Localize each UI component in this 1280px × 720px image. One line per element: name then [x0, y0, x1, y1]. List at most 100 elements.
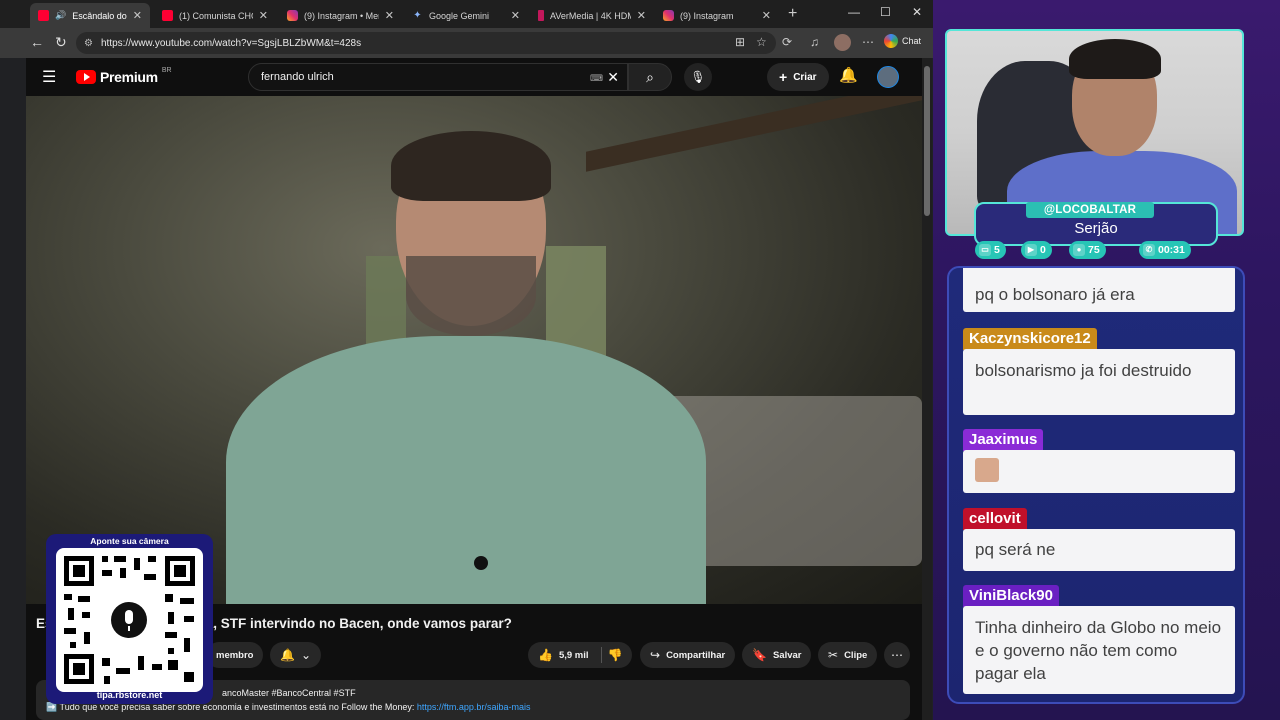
youtube-header: ☰ Premium BR fernando ulrich ⌨ ✕ ⌕ 🎙 + C… [26, 58, 922, 96]
avermedia-icon [538, 10, 544, 21]
scrollbar-thumb[interactable] [924, 66, 930, 216]
tab-4[interactable]: AVerMedia | 4K HDMI ✕ [530, 3, 654, 28]
member-label: membro [216, 649, 254, 661]
clip-label: Clipe [844, 649, 868, 661]
media-icon[interactable]: ♫ [810, 35, 819, 49]
apps-icon[interactable]: ⊞ [735, 35, 745, 49]
tab-2[interactable]: (9) Instagram • Mensa ✕ [279, 3, 402, 28]
chat-label: Chat [902, 36, 922, 46]
viewers-count-badge: ● 75 [1069, 241, 1106, 259]
copilot-icon [884, 34, 898, 48]
streamer-name: Serjão [1074, 220, 1118, 237]
chat-count-badge: ▭ 5 [975, 241, 1006, 259]
close-icon[interactable]: ✕ [133, 9, 142, 22]
copilot-chat-button[interactable]: Chat [884, 34, 921, 48]
speaker-icon: 🔊 [55, 10, 67, 20]
tab-title: Escândalo do Mas [72, 10, 127, 21]
new-tab-icon[interactable]: + [788, 5, 797, 23]
reload-icon[interactable]: ↻ [55, 34, 67, 51]
maximize-icon[interactable]: ☐ [880, 5, 891, 19]
like-count: 5,9 mil [558, 649, 589, 661]
share-label: Compartilhar [666, 649, 726, 661]
close-icon[interactable]: ✕ [385, 9, 394, 22]
like-dislike-group: 👍 5,9 mil 👎 [528, 642, 633, 668]
clear-search-icon[interactable]: ✕ [607, 69, 619, 86]
like-icon[interactable]: 👍 [538, 648, 553, 662]
divider [600, 647, 602, 663]
window-close-icon[interactable]: ✕ [912, 5, 922, 19]
chat-username: cellovit [963, 508, 1027, 530]
instagram-icon [663, 10, 674, 21]
tab-5[interactable]: (9) Instagram ✕ [655, 3, 779, 28]
chat-bubble-icon: ▭ [979, 244, 991, 256]
more-dots-icon: ⋯ [891, 648, 903, 662]
chat-message-text: Tinha dinheiro da Globo no meio e o gove… [975, 618, 1222, 683]
favorite-star-icon[interactable]: ☆ [756, 35, 767, 49]
streamer-hair [1069, 39, 1161, 79]
profile-avatar[interactable] [834, 34, 851, 51]
microphone-icon: 🎙 [690, 70, 706, 84]
video-presenter [226, 131, 706, 604]
logo-region: BR [161, 66, 172, 74]
close-icon[interactable]: ✕ [637, 9, 646, 22]
save-button[interactable]: 🔖 Salvar [742, 642, 812, 668]
notifications-bell-icon[interactable]: 🔔 [839, 66, 858, 84]
url-text: https://www.youtube.com/watch?v=SgsjLBLZ… [100, 37, 362, 49]
join-member-button[interactable]: membro [206, 642, 264, 668]
clip-button[interactable]: ✂ Clipe [818, 642, 878, 668]
more-menu-icon[interactable]: ⋯ [862, 35, 874, 49]
tab-1[interactable]: (1) Comunista CHORA ✕ [154, 3, 276, 28]
bookmark-icon: 🔖 [752, 648, 767, 662]
voice-search-button[interactable]: 🎙 [684, 63, 712, 91]
live-chat-panel: pq o bolsonaro já era Kaczynskicore12 bo… [947, 266, 1245, 704]
search-value: fernando ulrich [261, 71, 334, 83]
tab-0[interactable]: 🔊 Escândalo do Mas ✕ [30, 3, 150, 28]
tab-title: (1) Comunista CHORA [179, 10, 253, 21]
close-icon[interactable]: ✕ [762, 9, 771, 22]
close-icon[interactable]: ✕ [259, 9, 268, 22]
viewers-icon: ● [1073, 244, 1085, 256]
presenter-beard [406, 256, 536, 336]
presenter-shirt [226, 336, 706, 604]
chat-username: Kaczynskicore12 [963, 328, 1097, 350]
chat-message-text: pq será ne [975, 540, 1056, 559]
site-info-icon[interactable]: ⚙ [84, 38, 93, 49]
hamburger-menu-icon[interactable]: ☰ [42, 67, 56, 87]
url-field[interactable]: ⚙ https://www.youtube.com/watch?v=SgsjLB… [76, 32, 776, 54]
chat-count: 5 [994, 244, 1000, 256]
youtube-icon [162, 10, 173, 21]
more-actions-button[interactable]: ⋯ [884, 642, 910, 668]
minimize-icon[interactable]: — [848, 5, 860, 19]
stream-timer-badge: ✆ 00:31 [1139, 241, 1191, 259]
bell-icon: 🔔 [280, 648, 295, 662]
chat-message [963, 450, 1235, 493]
viewers-count: 75 [1088, 244, 1100, 256]
search-button[interactable]: ⌕ [628, 63, 672, 91]
close-icon[interactable]: ✕ [511, 9, 520, 22]
tab-title: (9) Instagram • Mensa [304, 10, 379, 21]
back-icon[interactable]: ← [30, 34, 44, 50]
tab-title: (9) Instagram [680, 10, 734, 21]
qr-overlay: Aponte sua câmera tipa.rbstore.net [46, 534, 213, 704]
user-avatar[interactable] [877, 66, 899, 88]
instagram-icon [287, 10, 298, 21]
qr-code-graphic [64, 556, 195, 684]
dislike-icon[interactable]: 👎 [608, 648, 623, 662]
youtube-play-icon [76, 70, 96, 84]
page-scrollbar[interactable] [922, 58, 932, 720]
qr-header: Aponte sua câmera [90, 536, 169, 546]
keyboard-icon[interactable]: ⌨ [590, 73, 603, 84]
create-button[interactable]: + Criar [767, 63, 829, 91]
search-icon: ⌕ [646, 69, 654, 85]
search-input[interactable]: fernando ulrich ⌨ ✕ [248, 63, 628, 91]
tab-3[interactable]: ✦ Google Gemini ✕ [404, 3, 528, 28]
video-player[interactable] [26, 96, 922, 604]
extensions-icon[interactable]: ⟳ [782, 35, 792, 49]
streamer-handle: @LOCOBALTAR [1026, 202, 1154, 218]
whatsapp-icon: ✆ [1143, 244, 1155, 256]
description-link[interactable]: https://ftm.app.br/saiba-mais [417, 702, 531, 712]
share-button[interactable]: ↪ Compartilhar [640, 642, 736, 668]
subscription-bell-button[interactable]: 🔔 ⌄ [270, 642, 322, 668]
youtube-logo[interactable]: Premium BR [76, 66, 172, 85]
chat-message-text: bolsonarismo ja foi destruido [975, 361, 1192, 380]
